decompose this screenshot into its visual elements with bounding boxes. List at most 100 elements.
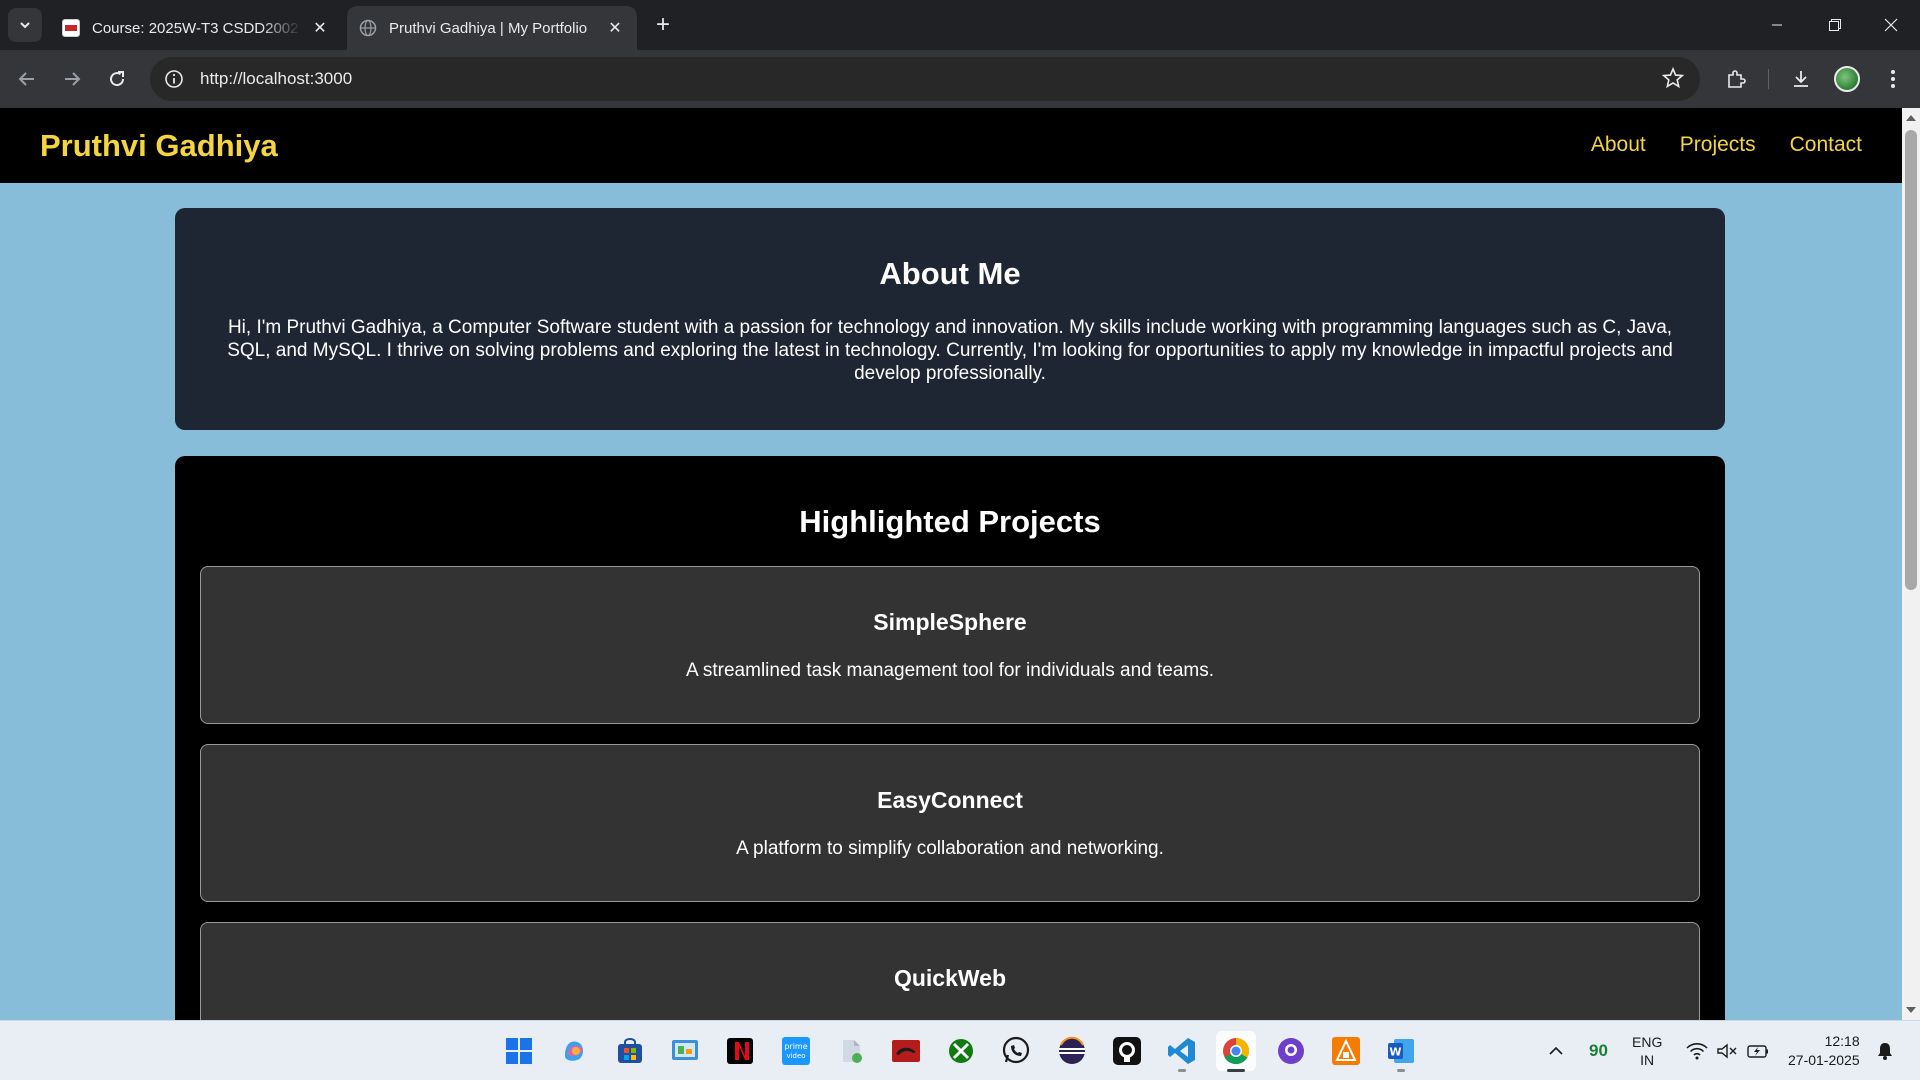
control-panel-icon <box>672 1040 698 1060</box>
wifi-icon <box>1686 1043 1708 1060</box>
restore-button[interactable] <box>1806 0 1864 50</box>
file-icon <box>843 1040 862 1063</box>
xbox-icon <box>949 1039 973 1063</box>
menu-button[interactable] <box>1875 61 1911 97</box>
nav-link-contact[interactable]: Contact <box>1790 133 1862 157</box>
reload-icon <box>110 71 125 87</box>
scrollbar-thumb[interactable] <box>1905 130 1917 590</box>
project-card[interactable]: QuickWeb <box>200 922 1700 1020</box>
projects-section: Highlighted Projects SimpleSphere A stre… <box>175 456 1725 1020</box>
scroll-up-icon[interactable] <box>1906 115 1916 121</box>
battery-charging-icon <box>1747 1045 1768 1058</box>
taskbar-github[interactable] <box>1107 1031 1147 1071</box>
github-icon <box>1113 1037 1141 1065</box>
taskbar-sourcetree[interactable] <box>1326 1031 1366 1071</box>
store-icon <box>618 1038 642 1063</box>
arrow-left-icon <box>18 72 34 86</box>
globe-icon <box>359 19 377 37</box>
course-favicon <box>62 19 80 37</box>
address-bar[interactable]: http://localhost:3000 <box>150 57 1700 101</box>
close-window-button[interactable] <box>1862 0 1920 50</box>
taskbar-vscode[interactable] <box>1162 1031 1202 1072</box>
page-scrollbar[interactable] <box>1902 108 1920 1020</box>
quick-settings[interactable] <box>1686 1021 1770 1080</box>
forward-button[interactable] <box>54 61 90 97</box>
tab-course[interactable]: Course: 2025W-T3 CSDD2002 - ✕ <box>50 6 342 50</box>
minimize-button[interactable] <box>1748 0 1806 50</box>
netflix-icon <box>727 1038 753 1064</box>
about-heading: About Me <box>879 256 1021 291</box>
back-button[interactable] <box>9 61 45 97</box>
tab-title: Pruthvi Gadhiya | My Portfolio <box>389 19 588 37</box>
tray-app-indicator[interactable]: 90 <box>1589 1021 1608 1080</box>
close-tab-icon[interactable]: ✕ <box>310 18 330 38</box>
taskbar-netflix[interactable] <box>720 1031 760 1071</box>
nav-link-projects[interactable]: Projects <box>1680 133 1756 157</box>
scroll-down-icon[interactable] <box>1906 1007 1916 1013</box>
downloads-button[interactable] <box>1783 61 1819 97</box>
show-hidden-icons-button[interactable] <box>1548 1021 1564 1080</box>
site-info-icon[interactable] <box>156 61 192 97</box>
taskbar-copilot[interactable] <box>554 1031 594 1071</box>
github-desktop-icon <box>1278 1038 1304 1064</box>
taskbar-eclipse[interactable] <box>1052 1031 1092 1071</box>
whatsapp-icon <box>1002 1036 1030 1064</box>
windows-logo-icon <box>506 1038 532 1064</box>
svg-text:video: video <box>786 1052 805 1060</box>
word-icon: W <box>1388 1039 1414 1063</box>
clock-date: 27-01-2025 <box>1788 1052 1860 1068</box>
running-indicator <box>1397 1069 1405 1072</box>
project-card[interactable]: EasyConnect A platform to simplify colla… <box>200 744 1700 902</box>
taskbar-files[interactable] <box>831 1031 871 1071</box>
prime-video-icon: primevideo <box>782 1037 810 1065</box>
about-section: About Me Hi, I'm Pruthvi Gadhiya, a Comp… <box>175 208 1725 430</box>
reload-button[interactable] <box>99 61 135 97</box>
chrome-icon <box>1223 1037 1250 1065</box>
project-title: SimpleSphere <box>873 609 1027 635</box>
project-card[interactable]: SimpleSphere A streamlined task manageme… <box>200 566 1700 724</box>
taskbar-control-panel[interactable] <box>665 1031 705 1071</box>
site-header: Pruthvi Gadhiya About Projects Contact <box>0 108 1902 183</box>
profile-button[interactable] <box>1829 61 1865 97</box>
project-description: A platform to simplify collaboration and… <box>736 838 1164 859</box>
eclipse-icon <box>1059 1036 1085 1064</box>
nav-link-about[interactable]: About <box>1591 133 1646 157</box>
clock[interactable]: 12:18 27-01-2025 <box>1788 1021 1860 1080</box>
site-nav: About Projects Contact <box>1591 133 1862 157</box>
running-indicator <box>1227 1069 1245 1072</box>
taskbar-github-desktop[interactable] <box>1271 1031 1311 1071</box>
page-viewport: Pruthvi Gadhiya About Projects Contact A… <box>0 108 1902 1020</box>
clock-time: 12:18 <box>1824 1033 1860 1049</box>
new-tab-button[interactable]: + <box>648 10 678 40</box>
site-brand[interactable]: Pruthvi Gadhiya <box>40 128 278 164</box>
extensions-button[interactable] <box>1718 61 1754 97</box>
vscode-icon <box>1168 1038 1195 1064</box>
taskbar-xbox[interactable] <box>941 1031 981 1071</box>
taskbar-whatsapp[interactable] <box>996 1031 1036 1071</box>
svg-text:W: W <box>1389 1046 1401 1059</box>
close-tab-icon[interactable]: ✕ <box>605 18 625 38</box>
taskbar-red-app[interactable] <box>886 1031 926 1071</box>
tab-portfolio[interactable]: Pruthvi Gadhiya | My Portfolio ✕ <box>347 6 637 50</box>
projects-heading: Highlighted Projects <box>799 504 1101 539</box>
volume-muted-icon <box>1717 1043 1737 1059</box>
taskbar-chrome[interactable] <box>1216 1031 1256 1072</box>
start-button[interactable] <box>499 1031 539 1071</box>
taskbar-word[interactable]: W <box>1381 1031 1421 1072</box>
tab-search-button[interactable] <box>8 8 42 42</box>
bell-icon <box>1878 1043 1892 1060</box>
project-title: QuickWeb <box>893 965 1007 991</box>
sourcetree-icon <box>1332 1037 1360 1065</box>
restore-icon <box>1829 19 1841 31</box>
url-text[interactable]: http://localhost:3000 <box>200 69 352 89</box>
arrow-right-icon <box>65 72 81 86</box>
language-indicator[interactable]: ENG IN <box>1632 1021 1662 1080</box>
taskbar-prime-video[interactable]: prime video <box>776 1031 816 1071</box>
taskbar-microsoft-store[interactable] <box>610 1031 650 1071</box>
svg-text:prime: prime <box>784 1042 807 1051</box>
tray-number: 90 <box>1589 1041 1608 1060</box>
running-indicator <box>1178 1069 1186 1072</box>
about-text: Hi, I'm Pruthvi Gadhiya, a Computer Soft… <box>227 317 1673 384</box>
notifications-button[interactable] <box>1876 1021 1894 1080</box>
bookmark-star-icon[interactable] <box>1661 66 1685 94</box>
